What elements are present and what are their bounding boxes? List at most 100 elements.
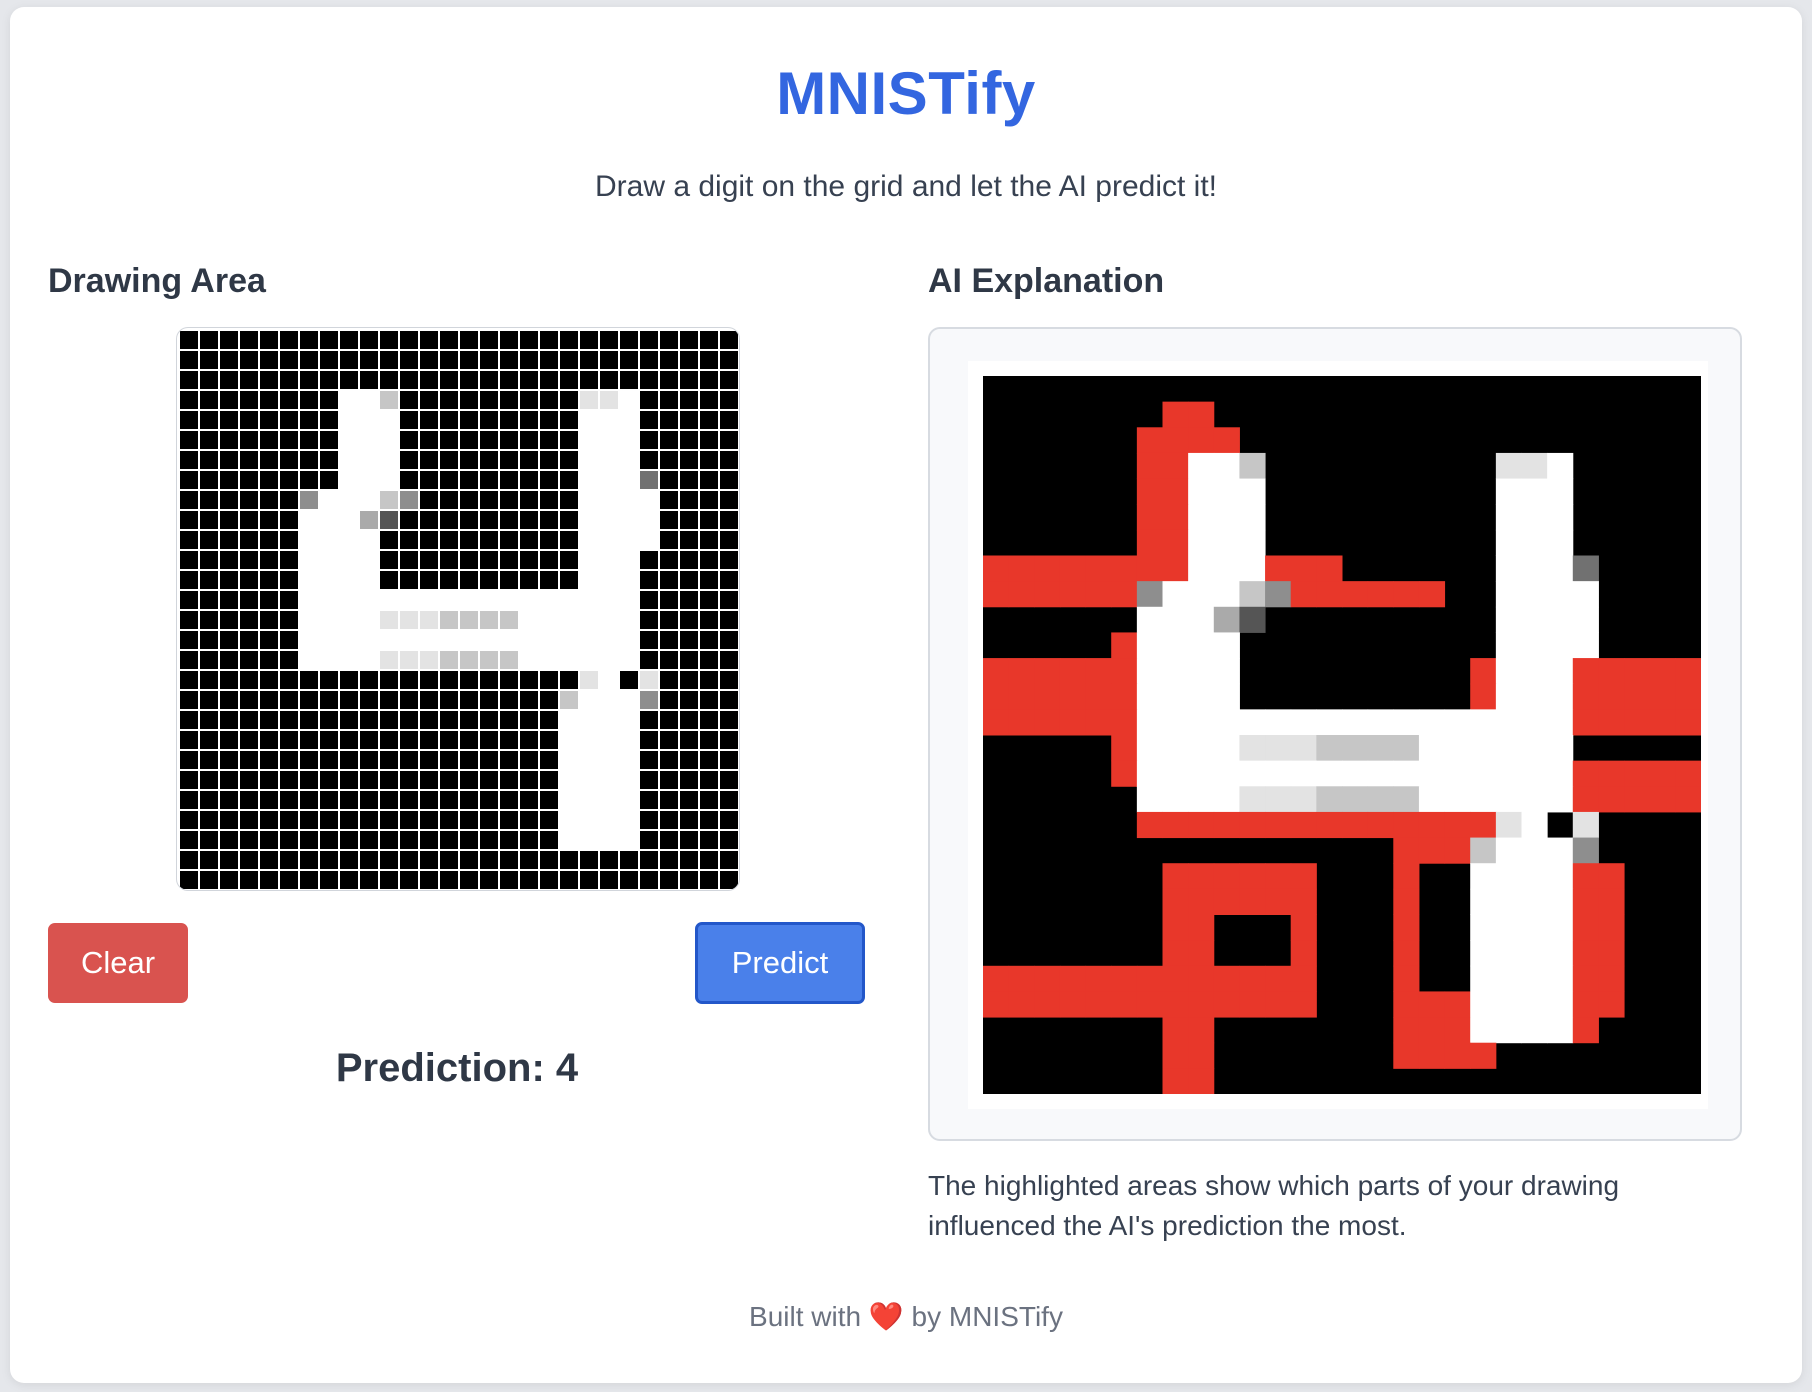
grid-cell[interactable] <box>540 711 558 729</box>
grid-cell[interactable] <box>660 531 678 549</box>
grid-cell[interactable] <box>580 811 598 829</box>
grid-cell[interactable] <box>340 851 358 869</box>
grid-cell[interactable] <box>660 731 678 749</box>
grid-cell[interactable] <box>420 331 438 349</box>
grid-cell[interactable] <box>520 351 538 369</box>
grid-cell[interactable] <box>480 531 498 549</box>
grid-cell[interactable] <box>480 611 498 629</box>
grid-cell[interactable] <box>520 851 538 869</box>
grid-cell[interactable] <box>340 771 358 789</box>
grid-cell[interactable] <box>400 691 418 709</box>
grid-cell[interactable] <box>200 871 218 889</box>
grid-cell[interactable] <box>200 471 218 489</box>
grid-cell[interactable] <box>180 331 198 349</box>
grid-cell[interactable] <box>260 531 278 549</box>
grid-cell[interactable] <box>460 631 478 649</box>
grid-cell[interactable] <box>380 551 398 569</box>
grid-cell[interactable] <box>560 751 578 769</box>
grid-cell[interactable] <box>560 451 578 469</box>
grid-cell[interactable] <box>700 771 718 789</box>
grid-cell[interactable] <box>440 471 458 489</box>
grid-cell[interactable] <box>260 691 278 709</box>
grid-cell[interactable] <box>580 731 598 749</box>
grid-cell[interactable] <box>200 671 218 689</box>
grid-cell[interactable] <box>500 811 518 829</box>
grid-cell[interactable] <box>420 811 438 829</box>
grid-cell[interactable] <box>440 491 458 509</box>
grid-cell[interactable] <box>600 831 618 849</box>
grid-cell[interactable] <box>240 391 258 409</box>
grid-cell[interactable] <box>340 871 358 889</box>
grid-cell[interactable] <box>540 551 558 569</box>
grid-cell[interactable] <box>220 351 238 369</box>
grid-cell[interactable] <box>200 791 218 809</box>
grid-cell[interactable] <box>680 871 698 889</box>
grid-cell[interactable] <box>720 611 738 629</box>
grid-cell[interactable] <box>180 431 198 449</box>
grid-cell[interactable] <box>340 791 358 809</box>
grid-cell[interactable] <box>480 571 498 589</box>
grid-cell[interactable] <box>220 591 238 609</box>
grid-cell[interactable] <box>300 871 318 889</box>
grid-cell[interactable] <box>420 851 438 869</box>
grid-cell[interactable] <box>300 391 318 409</box>
grid-cell[interactable] <box>660 711 678 729</box>
grid-cell[interactable] <box>400 511 418 529</box>
grid-cell[interactable] <box>580 331 598 349</box>
grid-cell[interactable] <box>260 731 278 749</box>
grid-cell[interactable] <box>280 771 298 789</box>
grid-cell[interactable] <box>640 671 658 689</box>
grid-cell[interactable] <box>460 411 478 429</box>
grid-cell[interactable] <box>300 851 318 869</box>
grid-cell[interactable] <box>640 431 658 449</box>
grid-cell[interactable] <box>540 431 558 449</box>
grid-cell[interactable] <box>400 771 418 789</box>
drawing-grid[interactable] <box>180 331 738 889</box>
grid-cell[interactable] <box>420 751 438 769</box>
grid-cell[interactable] <box>240 871 258 889</box>
grid-cell[interactable] <box>360 391 378 409</box>
grid-cell[interactable] <box>180 531 198 549</box>
grid-cell[interactable] <box>440 611 458 629</box>
grid-cell[interactable] <box>680 391 698 409</box>
grid-cell[interactable] <box>360 431 378 449</box>
grid-cell[interactable] <box>280 531 298 549</box>
grid-cell[interactable] <box>480 851 498 869</box>
grid-cell[interactable] <box>560 411 578 429</box>
grid-cell[interactable] <box>360 651 378 669</box>
grid-cell[interactable] <box>400 631 418 649</box>
grid-cell[interactable] <box>600 751 618 769</box>
grid-cell[interactable] <box>360 851 378 869</box>
grid-cell[interactable] <box>380 651 398 669</box>
grid-cell[interactable] <box>220 491 238 509</box>
grid-cell[interactable] <box>680 711 698 729</box>
grid-cell[interactable] <box>600 771 618 789</box>
grid-cell[interactable] <box>540 391 558 409</box>
grid-cell[interactable] <box>320 411 338 429</box>
grid-cell[interactable] <box>340 511 358 529</box>
grid-cell[interactable] <box>440 651 458 669</box>
grid-cell[interactable] <box>380 331 398 349</box>
grid-cell[interactable] <box>320 391 338 409</box>
grid-cell[interactable] <box>660 331 678 349</box>
grid-cell[interactable] <box>520 771 538 789</box>
grid-cell[interactable] <box>580 471 598 489</box>
grid-cell[interactable] <box>440 571 458 589</box>
grid-cell[interactable] <box>500 791 518 809</box>
grid-cell[interactable] <box>280 331 298 349</box>
grid-cell[interactable] <box>540 871 558 889</box>
grid-cell[interactable] <box>480 751 498 769</box>
grid-cell[interactable] <box>660 651 678 669</box>
grid-cell[interactable] <box>720 771 738 789</box>
grid-cell[interactable] <box>220 851 238 869</box>
grid-cell[interactable] <box>620 591 638 609</box>
grid-cell[interactable] <box>500 551 518 569</box>
grid-cell[interactable] <box>260 431 278 449</box>
grid-cell[interactable] <box>380 571 398 589</box>
grid-cell[interactable] <box>200 571 218 589</box>
grid-cell[interactable] <box>260 711 278 729</box>
grid-cell[interactable] <box>720 871 738 889</box>
grid-cell[interactable] <box>660 351 678 369</box>
grid-cell[interactable] <box>380 671 398 689</box>
grid-cell[interactable] <box>200 411 218 429</box>
